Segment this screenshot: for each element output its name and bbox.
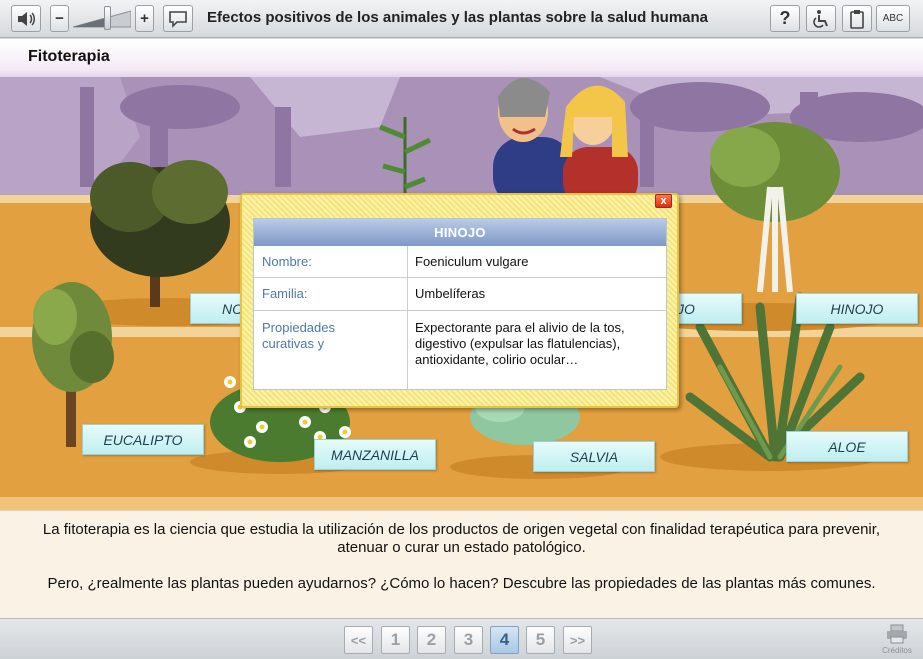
info-value: Expectorante para el alivio de la tos, d… [415,320,625,367]
info-value: Foeniculum vulgare [415,254,529,269]
toolbar: − + Efectos positivos de los animales y … [0,0,923,38]
info-row-propiedades: Propiedades curativas y Expectorante par… [254,311,666,389]
section-title: Fitoterapia [28,48,110,65]
close-icon[interactable]: x [655,194,672,208]
info-key: Nombre: [262,254,312,269]
plant-label-salvia[interactable]: SALVIA [533,441,655,472]
plant-info-title: HINOJO [254,219,666,246]
description-question: Pero, ¿realmente las plantas pueden ayud… [47,575,876,592]
page-button-3[interactable]: 3 [454,626,483,654]
first-page-button[interactable]: << [344,626,373,654]
info-value: Umbelíferas [415,286,486,301]
plant-label-manzanilla[interactable]: MANZANILLA [314,439,436,470]
last-page-button[interactable]: >> [563,626,592,654]
credits-link[interactable]: Créditos [877,624,917,655]
help-button[interactable]: ? [770,5,800,32]
clipboard-icon[interactable] [842,5,872,32]
info-divider [407,246,408,390]
description-panel: La fitoterapia es la ciencia que estudia… [0,510,923,618]
plant-label-eucalipto[interactable]: EUCALIPTO [82,424,204,455]
accessibility-icon[interactable] [806,5,836,32]
plant-label-partial[interactable]: JO [670,293,742,324]
info-key: Familia: [262,286,308,301]
description-paragraph: La fitoterapia es la ciencia que estudia… [42,521,881,556]
printer-icon [887,624,907,644]
pagination-bar: << 1 2 3 4 5 >> Créditos [0,618,923,659]
volume-slider-track[interactable] [73,9,131,29]
credits-label: Créditos [882,646,912,655]
page-button-4[interactable]: 4 [490,626,519,654]
plant-label-hinojo[interactable]: HINOJO [796,293,918,324]
glossary-button[interactable]: ABC [876,5,910,32]
section-bar: Fitoterapia [0,39,923,77]
plant-label-aloe[interactable]: ALOE [786,431,908,462]
volume-up-button[interactable]: + [135,5,154,32]
volume-icon[interactable] [11,5,41,32]
page-button-1[interactable]: 1 [381,626,410,654]
page-button-2[interactable]: 2 [417,626,446,654]
info-key: Propiedades curativas y [262,320,335,351]
plant-info-card: HINOJO Nombre: Foeniculum vulgare Famili… [253,218,667,390]
page-button-5[interactable]: 5 [526,626,555,654]
app-title: Efectos positivos de los animales y las … [207,9,709,26]
info-row-nombre: Nombre: Foeniculum vulgare [254,246,666,278]
info-row-familia: Familia: Umbelíferas [254,278,666,311]
speech-bubble-icon[interactable] [163,5,193,32]
volume-down-button[interactable]: − [50,5,69,32]
volume-slider-thumb[interactable] [104,6,111,30]
